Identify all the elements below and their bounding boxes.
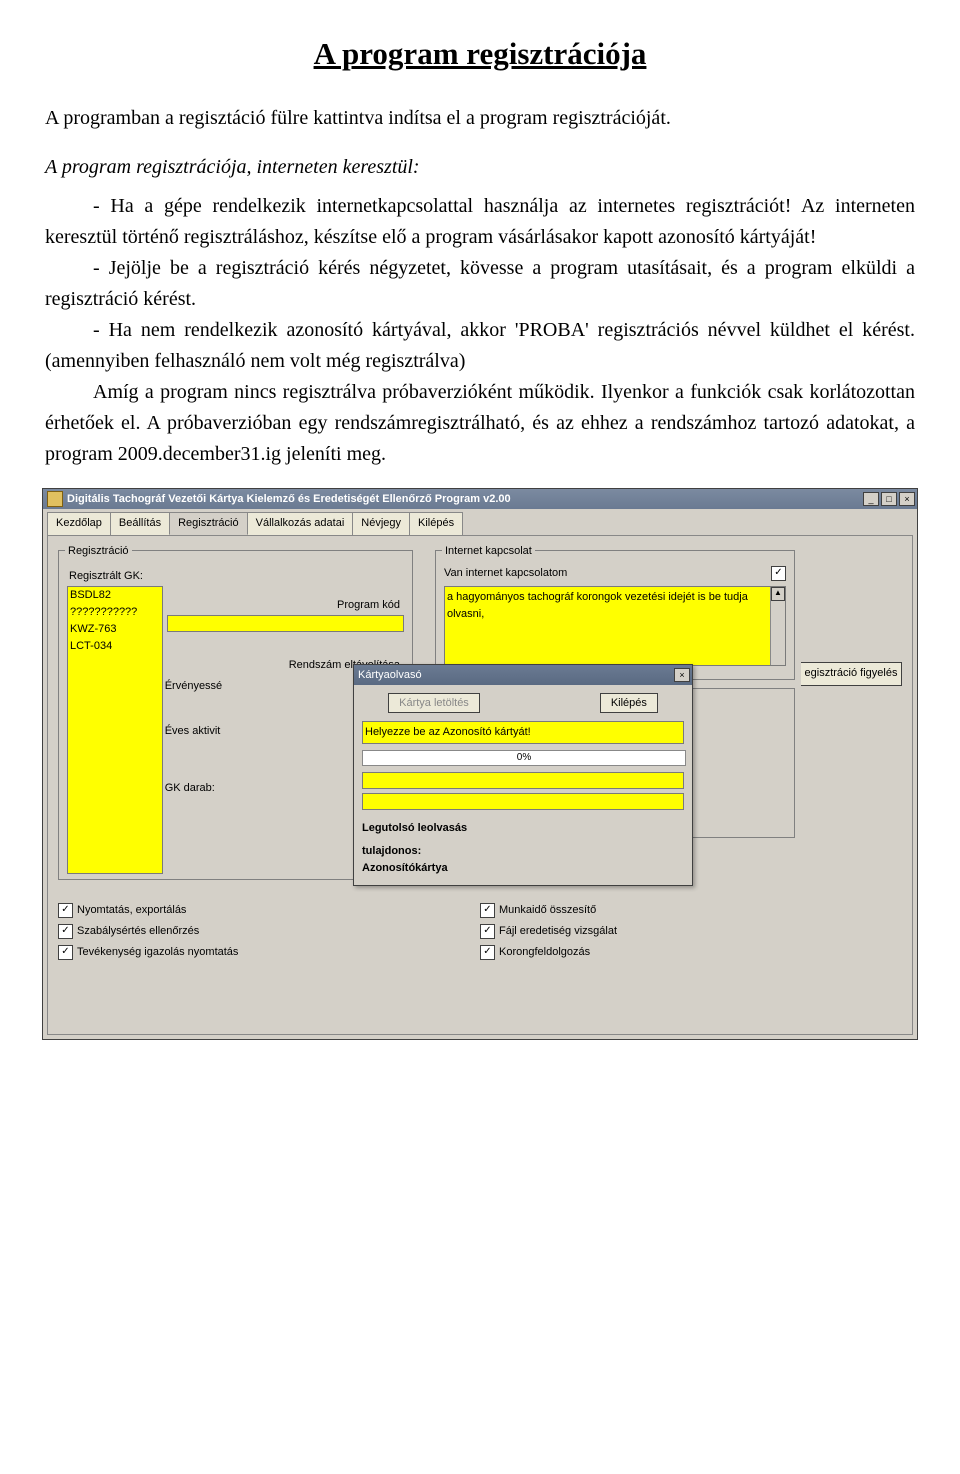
registration-watch-button[interactable]: egisztráció figyelés: [801, 662, 902, 686]
list-item[interactable]: BSDL82: [70, 587, 162, 604]
hint-field: Helyezze be az Azonosító kártyát!: [362, 721, 684, 744]
tab-bar: Kezdőlap Beállítás Regisztráció Vállalko…: [43, 509, 917, 535]
tab-vallalkozas[interactable]: Vállalkozás adatai: [247, 512, 354, 535]
page-title: A program regisztrációja: [45, 30, 915, 78]
dialog-exit-button[interactable]: Kilépés: [600, 693, 658, 713]
checkbox-icon[interactable]: ✓: [480, 924, 495, 939]
app-window: Digitális Tachográf Vezetői Kártya Kiele…: [42, 488, 918, 1040]
dialog-close-button[interactable]: ×: [674, 668, 690, 682]
card-reader-dialog[interactable]: Kártyaolvasó × Kártya letöltés Kilépés H…: [353, 664, 693, 886]
tab-nevjegy[interactable]: Névjegy: [352, 512, 410, 535]
internet-legend: Internet kapcsolat: [442, 543, 535, 560]
maximize-button[interactable]: □: [881, 492, 897, 506]
sub-title: A program regisztrációja, interneten ker…: [45, 152, 915, 183]
registered-gk-list[interactable]: BSDL82 ??????????? KWZ-763 LCT-034: [67, 586, 163, 874]
check-label: Korongfeldolgozás: [499, 944, 590, 961]
body-text: - Ha a gépe rendelkezik internetkapcsola…: [45, 191, 915, 470]
checkbox-icon[interactable]: ✓: [480, 945, 495, 960]
registered-gk-label: Regisztrált GK:: [67, 565, 404, 586]
check-label: Tevékenység igazolás nyomtatás: [77, 944, 238, 961]
check-label: Fájl eredetiség vizsgálat: [499, 923, 617, 940]
checkbox-icon[interactable]: ✓: [58, 924, 73, 939]
last-read-label: Legutolsó leolvasás: [362, 820, 684, 837]
check-violation[interactable]: ✓ Szabálysértés ellenőrzés: [58, 923, 480, 940]
list-item[interactable]: KWZ-763: [70, 621, 162, 638]
checkbox-icon[interactable]: ✓: [480, 903, 495, 918]
check-file-integrity[interactable]: ✓ Fájl eredetiség vizsgálat: [480, 923, 902, 940]
tab-kezdolap[interactable]: Kezdőlap: [47, 512, 111, 535]
tab-regisztracio[interactable]: Regisztráció: [169, 512, 248, 535]
tab-beallitas[interactable]: Beállítás: [110, 512, 170, 535]
titlebar[interactable]: Digitális Tachográf Vezetői Kártya Kiele…: [43, 489, 917, 509]
scroll-up-icon[interactable]: ▲: [771, 587, 785, 601]
info-textarea-text: a hagyományos tachográf korongok vezetés…: [447, 589, 771, 623]
p1: - Ha a gépe rendelkezik internetkapcsola…: [45, 191, 915, 253]
has-internet-label: Van internet kapcsolatom: [444, 565, 771, 582]
close-button[interactable]: ×: [899, 492, 915, 506]
registration-legend: Regisztráció: [65, 543, 132, 560]
check-print-export[interactable]: ✓ Nyomtatás, exportálás: [58, 902, 480, 919]
card-download-button[interactable]: Kártya letöltés: [388, 693, 480, 713]
client-area: Regisztráció Regisztrált GK: BSDL82 ????…: [47, 535, 913, 1035]
p4: Amíg a program nincs regisztrálva próbav…: [45, 377, 915, 470]
dialog-titlebar[interactable]: Kártyaolvasó ×: [354, 665, 692, 685]
minimize-button[interactable]: _: [863, 492, 879, 506]
intro-paragraph: A programban a regisztáció fülre kattint…: [45, 103, 915, 134]
owner-label: tulajdonos:: [362, 843, 684, 860]
p2: - Jejölje be a regisztráció kérés négyze…: [45, 253, 915, 315]
status-field-1: [362, 772, 684, 789]
check-worktime[interactable]: ✓ Munkaidő összesítő: [480, 902, 902, 919]
status-field-2: [362, 793, 684, 810]
list-item[interactable]: ???????????: [70, 604, 162, 621]
has-internet-checkbox[interactable]: ✓: [771, 566, 786, 581]
p3: - Ha nem rendelkezik azonosító kártyával…: [45, 315, 915, 377]
tab-kilepes[interactable]: Kilépés: [409, 512, 463, 535]
dialog-title: Kártyaolvasó: [358, 667, 422, 684]
checkbox-icon[interactable]: ✓: [58, 903, 73, 918]
internet-groupbox: Internet kapcsolat Van internet kapcsola…: [435, 550, 795, 680]
program-code-input[interactable]: [167, 615, 404, 632]
check-activity-cert[interactable]: ✓ Tevékenység igazolás nyomtatás: [58, 944, 480, 961]
check-disk-processing[interactable]: ✓ Korongfeldolgozás: [480, 944, 902, 961]
progress-bar: 0%: [362, 750, 686, 766]
list-item[interactable]: LCT-034: [70, 638, 162, 655]
checkbox-icon[interactable]: ✓: [58, 945, 73, 960]
program-code-label: Program kód: [163, 594, 404, 615]
window-title: Digitális Tachográf Vezetői Kártya Kiele…: [67, 491, 511, 508]
check-label: Szabálysértés ellenőrzés: [77, 923, 199, 940]
options-area: ✓ Nyomtatás, exportálás ✓ Szabálysértés …: [58, 898, 902, 965]
app-icon: [47, 491, 63, 507]
info-textarea[interactable]: a hagyományos tachográf korongok vezetés…: [444, 586, 786, 666]
scrollbar[interactable]: ▲: [770, 587, 785, 665]
check-label: Nyomtatás, exportálás: [77, 902, 186, 919]
check-label: Munkaidő összesítő: [499, 902, 596, 919]
id-card-label: Azonosítókártya: [362, 860, 684, 877]
